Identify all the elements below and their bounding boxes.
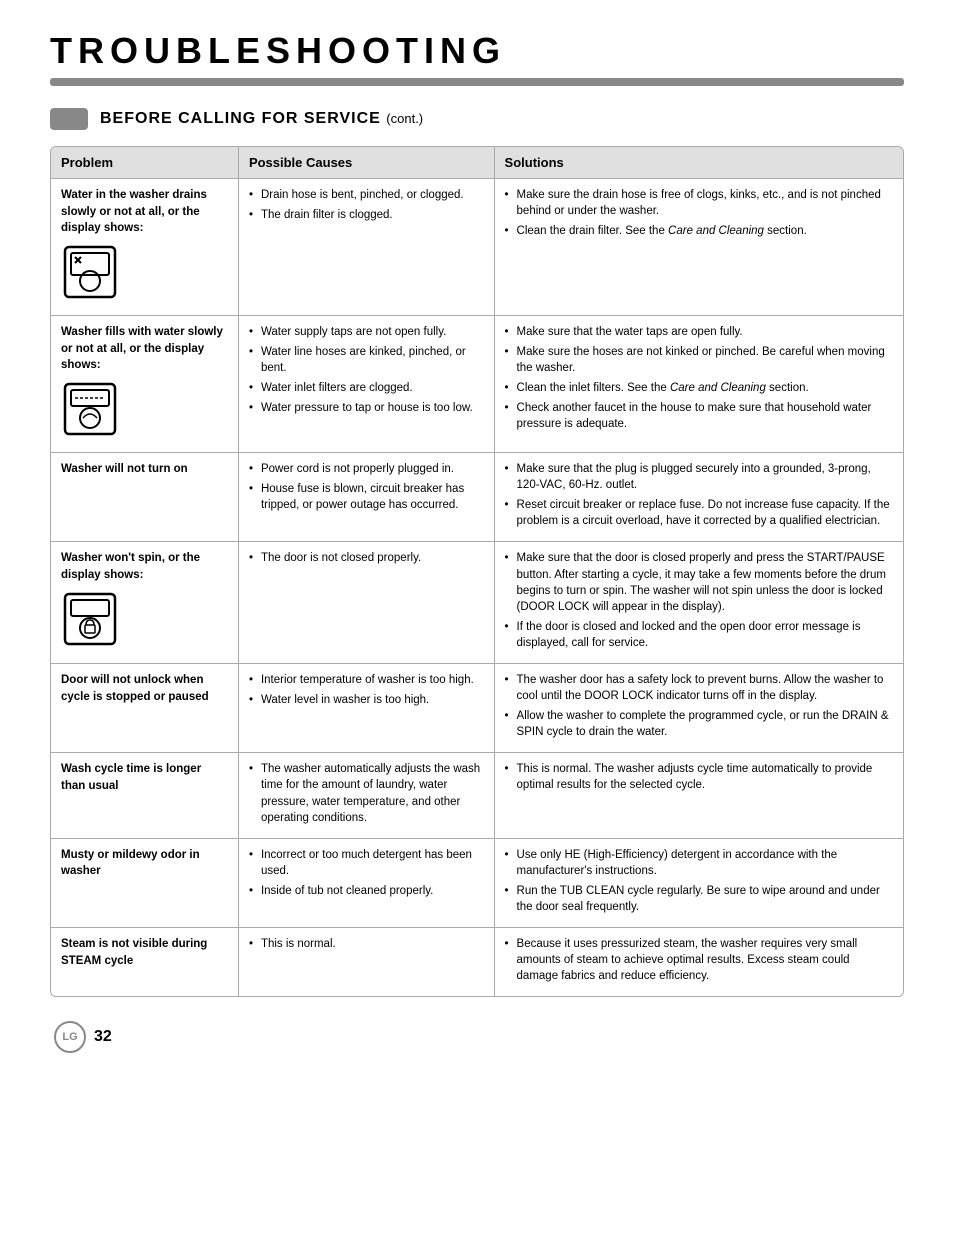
- list-item: Water inlet filters are clogged.: [249, 380, 484, 396]
- problem-cell: Musty or mildewy odor in washer: [51, 838, 238, 927]
- solutions-cell: Make sure the drain hose is free of clog…: [494, 179, 903, 316]
- list-item: Water level in washer is too high.: [249, 692, 484, 708]
- solutions-cell: This is normal. The washer adjusts cycle…: [494, 753, 903, 838]
- section-header-block: [50, 108, 88, 130]
- causes-cell: Water supply taps are not open fully. Wat…: [238, 316, 494, 453]
- list-item: Run the TUB CLEAN cycle regularly. Be su…: [505, 883, 893, 915]
- causes-cell: Drain hose is bent, pinched, or clogged.…: [238, 179, 494, 316]
- list-item: Drain hose is bent, pinched, or clogged.: [249, 187, 484, 203]
- problem-label: Washer fills with water slowly or not at…: [61, 324, 228, 374]
- problem-cell: Steam is not visible during STEAM cycle: [51, 928, 238, 997]
- solutions-cell: Use only HE (High-Efficiency) detergent …: [494, 838, 903, 927]
- problem-label: Washer won't spin, or the display shows:: [61, 550, 228, 583]
- list-item: Inside of tub not cleaned properly.: [249, 883, 484, 899]
- list-item: Make sure that the plug is plugged secur…: [505, 461, 893, 493]
- section-title: BEFORE CALLING FOR SERVICE (cont.): [100, 110, 423, 128]
- troubleshooting-table: Problem Possible Causes Solutions Water …: [50, 146, 904, 997]
- list-item: Make sure the drain hose is free of clog…: [505, 187, 893, 219]
- problem-cell: Door will not unlock when cycle is stopp…: [51, 663, 238, 752]
- section-header: BEFORE CALLING FOR SERVICE (cont.): [50, 108, 904, 130]
- washer-spin-icon: [61, 590, 119, 648]
- problem-label: Water in the washer drains slowly or not…: [61, 187, 228, 237]
- table-row: Steam is not visible during STEAM cycle T…: [51, 928, 903, 997]
- list-item: This is normal. The washer adjusts cycle…: [505, 761, 893, 793]
- problem-label: Wash cycle time is longer than usual: [61, 761, 228, 794]
- col-header-solutions: Solutions: [494, 147, 903, 179]
- causes-cell: The washer automatically adjusts the was…: [238, 753, 494, 838]
- list-item: Water line hoses are kinked, pinched, or…: [249, 344, 484, 376]
- list-item: Make sure the hoses are not kinked or pi…: [505, 344, 893, 376]
- solutions-cell: Make sure that the water taps are open f…: [494, 316, 903, 453]
- page-number: 32: [94, 1028, 112, 1046]
- problem-cell: Washer will not turn on: [51, 453, 238, 542]
- list-item: The washer door has a safety lock to pre…: [505, 672, 893, 704]
- table-row: Washer will not turn on Power cord is not…: [51, 453, 903, 542]
- list-item: Clean the inlet filters. See the Care an…: [505, 380, 893, 396]
- list-item: The washer automatically adjusts the was…: [249, 761, 484, 825]
- causes-cell: This is normal.: [238, 928, 494, 997]
- table-row: Musty or mildewy odor in washer Incorrect…: [51, 838, 903, 927]
- problem-cell: Washer won't spin, or the display shows:: [51, 542, 238, 664]
- list-item: Use only HE (High-Efficiency) detergent …: [505, 847, 893, 879]
- table-row: Water in the washer drains slowly or not…: [51, 179, 903, 316]
- list-item: Because it uses pressurized steam, the w…: [505, 936, 893, 984]
- solutions-cell: Make sure that the plug is plugged secur…: [494, 453, 903, 542]
- washer-drain-icon: [61, 243, 119, 301]
- title-bar: [50, 78, 904, 86]
- list-item: Water supply taps are not open fully.: [249, 324, 484, 340]
- list-item: Reset circuit breaker or replace fuse. D…: [505, 497, 893, 529]
- list-item: The drain filter is clogged.: [249, 207, 484, 223]
- table-row: Washer won't spin, or the display shows:…: [51, 542, 903, 664]
- problem-cell: Washer fills with water slowly or not at…: [51, 316, 238, 453]
- list-item: The door is not closed properly.: [249, 550, 484, 566]
- col-header-problem: Problem: [51, 147, 238, 179]
- problem-label: Door will not unlock when cycle is stopp…: [61, 672, 228, 705]
- list-item: Clean the drain filter. See the Care and…: [505, 223, 893, 239]
- list-item: Allow the washer to complete the program…: [505, 708, 893, 740]
- list-item: This is normal.: [249, 936, 484, 952]
- solutions-cell: The washer door has a safety lock to pre…: [494, 663, 903, 752]
- list-item: Interior temperature of washer is too hi…: [249, 672, 484, 688]
- washer-fill-icon: [61, 380, 119, 438]
- list-item: Check another faucet in the house to mak…: [505, 400, 893, 432]
- problem-cell: Wash cycle time is longer than usual: [51, 753, 238, 838]
- list-item: House fuse is blown, circuit breaker has…: [249, 481, 484, 513]
- causes-cell: Interior temperature of washer is too hi…: [238, 663, 494, 752]
- list-item: Make sure that the door is closed proper…: [505, 550, 893, 614]
- problem-label: Musty or mildewy odor in washer: [61, 847, 228, 880]
- solutions-cell: Make sure that the door is closed proper…: [494, 542, 903, 664]
- lg-logo: LG: [54, 1021, 86, 1053]
- causes-cell: Incorrect or too much detergent has been…: [238, 838, 494, 927]
- problem-label: Washer will not turn on: [61, 461, 228, 478]
- page-title: TROUBLESHOOTING: [50, 30, 904, 72]
- footer: LG 32: [50, 1021, 904, 1053]
- table-row: Door will not unlock when cycle is stopp…: [51, 663, 903, 752]
- problem-label: Steam is not visible during STEAM cycle: [61, 936, 228, 969]
- solutions-cell: Because it uses pressurized steam, the w…: [494, 928, 903, 997]
- causes-cell: Power cord is not properly plugged in. Ho…: [238, 453, 494, 542]
- col-header-causes: Possible Causes: [238, 147, 494, 179]
- list-item: Power cord is not properly plugged in.: [249, 461, 484, 477]
- list-item: If the door is closed and locked and the…: [505, 619, 893, 651]
- list-item: Water pressure to tap or house is too lo…: [249, 400, 484, 416]
- table-row: Wash cycle time is longer than usual The …: [51, 753, 903, 838]
- problem-cell: Water in the washer drains slowly or not…: [51, 179, 238, 316]
- list-item: Incorrect or too much detergent has been…: [249, 847, 484, 879]
- table-row: Washer fills with water slowly or not at…: [51, 316, 903, 453]
- causes-cell: The door is not closed properly.: [238, 542, 494, 664]
- list-item: Make sure that the water taps are open f…: [505, 324, 893, 340]
